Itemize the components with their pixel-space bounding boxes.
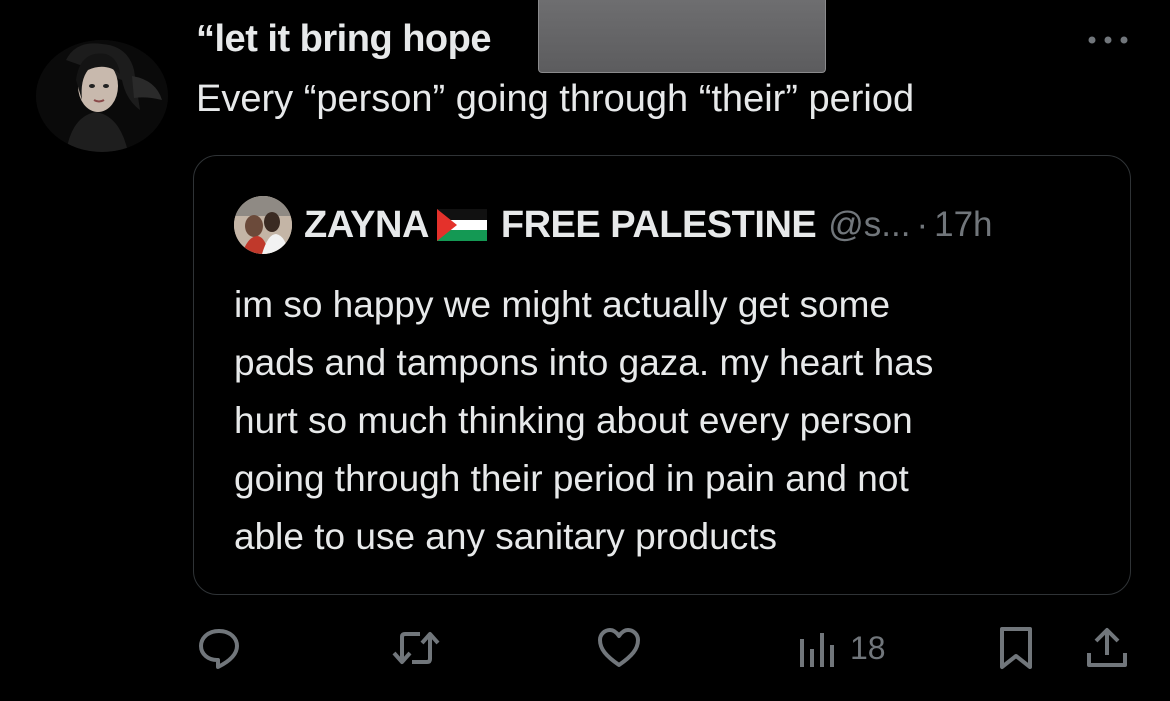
quoted-tweet-time[interactable]: 17h <box>934 205 992 245</box>
quoted-text-line: pads and tampons into gaza. my heart has <box>234 342 934 383</box>
quoted-author-name[interactable]: ZAYNA <box>304 204 429 247</box>
tweet-action-bar: 18 <box>0 620 1170 680</box>
heart-icon <box>598 628 640 667</box>
author-name[interactable]: “let it bring hope <box>196 18 491 61</box>
retweet-button[interactable] <box>390 620 442 676</box>
retweet-icon <box>392 632 440 664</box>
palestine-flag-icon <box>436 209 487 241</box>
quoted-text-line: going through their period in pain and n… <box>234 458 909 499</box>
reply-button[interactable] <box>196 620 242 676</box>
share-button[interactable] <box>1084 620 1130 676</box>
quoted-text-line: able to use any sanitary products <box>234 516 777 557</box>
redaction-box <box>538 0 826 73</box>
more-icon[interactable] <box>1086 30 1130 50</box>
reply-icon <box>199 629 239 669</box>
quoted-tweet-card[interactable]: ZAYNA FREE PALESTINE @s... · 17h im so h… <box>193 155 1131 595</box>
quoted-author-name-suffix[interactable]: FREE PALESTINE <box>501 204 817 247</box>
quoted-tweet-text: im so happy we might actually get some p… <box>234 276 1104 566</box>
quoted-tweet-header: ZAYNA FREE PALESTINE @s... · 17h <box>304 200 993 250</box>
quoted-author-handle[interactable]: @s... <box>828 205 910 245</box>
quoted-text-line: hurt so much thinking about every person <box>234 400 913 441</box>
like-button[interactable] <box>596 620 642 676</box>
separator-dot: · <box>916 205 929 244</box>
views-icon <box>800 633 834 667</box>
bookmark-button[interactable] <box>996 620 1036 676</box>
quoted-author-avatar[interactable] <box>234 196 292 254</box>
bookmark-icon <box>1000 627 1032 669</box>
author-avatar[interactable] <box>36 40 168 152</box>
tweet-text: Every “person” going through “their” per… <box>196 78 915 120</box>
share-icon <box>1087 628 1127 667</box>
quoted-text-line: im so happy we might actually get some <box>234 284 891 325</box>
views-button[interactable]: 18 <box>798 620 886 676</box>
views-count: 18 <box>850 629 886 666</box>
